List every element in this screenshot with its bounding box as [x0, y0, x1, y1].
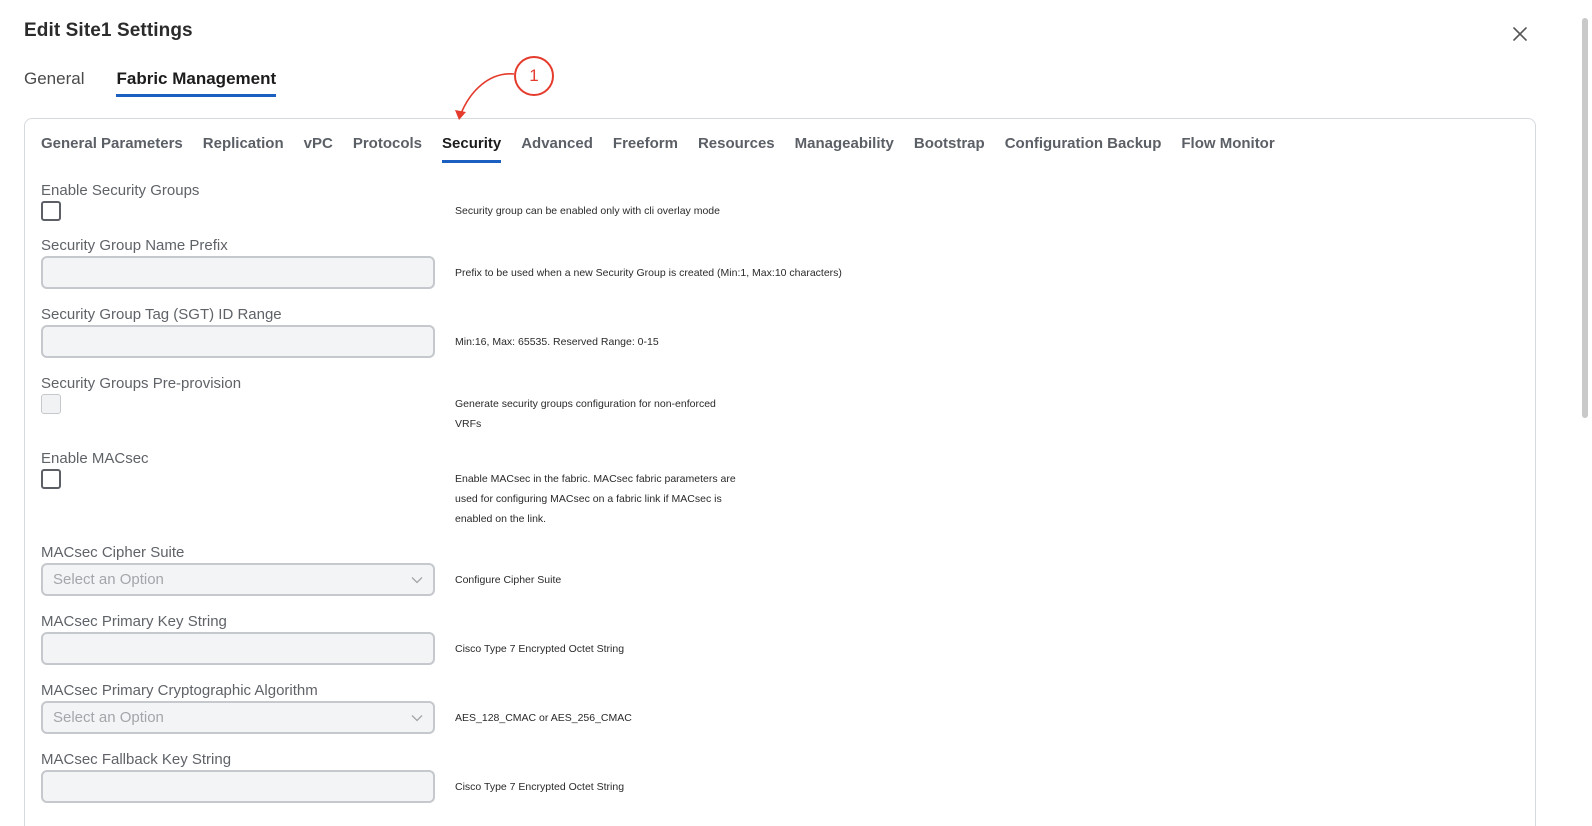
enable-macsec-label: Enable MACsec	[41, 450, 149, 467]
tab-replication[interactable]: Replication	[203, 135, 284, 160]
sg-name-prefix-help: Prefix to be used when a new Security Gr…	[455, 267, 842, 279]
macsec-primary-key-help: Cisco Type 7 Encrypted Octet String	[455, 643, 625, 655]
sub-tab-bar: General Parameters Replication vPC Proto…	[41, 135, 1295, 163]
settings-card: General Parameters Replication vPC Proto…	[24, 118, 1536, 826]
sg-preprovision-checkbox[interactable]	[41, 394, 61, 414]
tab-protocols[interactable]: Protocols	[353, 135, 422, 160]
chevron-down-icon	[411, 576, 423, 583]
sg-preprovision-help-line1: Generate security groups configuration f…	[455, 398, 716, 410]
sg-name-prefix-label: Security Group Name Prefix	[41, 237, 228, 254]
tab-vpc[interactable]: vPC	[304, 135, 333, 160]
annotation-callout: 1	[514, 56, 554, 96]
sgt-id-range-help: Min:16, Max: 65535. Reserved Range: 0-15	[455, 336, 659, 348]
macsec-primary-algo-select[interactable]: Select an Option	[41, 701, 435, 734]
enable-macsec-help: Enable MACsec in the fabric. MACsec fabr…	[455, 469, 736, 529]
dialog-title: Edit Site1 Settings	[24, 20, 193, 41]
sg-preprovision-help: Generate security groups configuration f…	[455, 394, 716, 434]
tab-fabric-management[interactable]: Fabric Management	[116, 66, 276, 97]
enable-security-groups-label: Enable Security Groups	[41, 182, 200, 199]
macsec-fallback-key-label: MACsec Fallback Key String	[41, 751, 232, 768]
tab-general[interactable]: General	[24, 66, 84, 95]
sgt-id-range-label: Security Group Tag (SGT) ID Range	[41, 306, 282, 323]
tab-configuration-backup[interactable]: Configuration Backup	[1005, 135, 1162, 160]
tab-security[interactable]: Security	[442, 135, 502, 163]
enable-macsec-help-line2: used for configuring MACsec on a fabric …	[455, 493, 722, 505]
tab-manageability[interactable]: Manageability	[795, 135, 894, 160]
tab-general-parameters[interactable]: General Parameters	[41, 135, 183, 160]
enable-macsec-help-line1: Enable MACsec in the fabric. MACsec fabr…	[455, 473, 736, 485]
top-tab-bar: General Fabric Management	[24, 66, 308, 97]
macsec-primary-algo-placeholder: Select an Option	[53, 709, 164, 726]
sg-name-prefix-input[interactable]	[41, 256, 435, 289]
tab-bootstrap[interactable]: Bootstrap	[914, 135, 985, 160]
close-button[interactable]	[1508, 22, 1532, 46]
enable-security-groups-checkbox[interactable]	[41, 201, 61, 221]
macsec-cipher-suite-help: Configure Cipher Suite	[455, 574, 562, 586]
sg-preprovision-help-line2: VRFs	[455, 418, 482, 430]
annotation-number: 1	[529, 66, 539, 85]
macsec-cipher-suite-select[interactable]: Select an Option	[41, 563, 435, 596]
macsec-cipher-suite-label: MACsec Cipher Suite	[41, 544, 185, 561]
macsec-primary-algo-help: AES_128_CMAC or AES_256_CMAC	[455, 712, 632, 724]
macsec-fallback-key-help: Cisco Type 7 Encrypted Octet String	[455, 781, 625, 793]
tab-advanced[interactable]: Advanced	[521, 135, 593, 160]
tab-freeform[interactable]: Freeform	[613, 135, 678, 160]
tab-flow-monitor[interactable]: Flow Monitor	[1181, 135, 1274, 160]
close-icon	[1513, 27, 1527, 41]
macsec-primary-key-input[interactable]	[41, 632, 435, 665]
macsec-fallback-key-input[interactable]	[41, 770, 435, 803]
enable-macsec-help-line3: enabled on the link.	[455, 513, 547, 525]
macsec-primary-key-label: MACsec Primary Key String	[41, 613, 227, 630]
sg-preprovision-label: Security Groups Pre-provision	[41, 375, 242, 392]
tab-resources[interactable]: Resources	[698, 135, 775, 160]
enable-security-groups-help: Security group can be enabled only with …	[455, 205, 720, 217]
edit-settings-dialog: Edit Site1 Settings General Fabric Manag…	[0, 0, 1592, 826]
enable-macsec-checkbox[interactable]	[41, 469, 61, 489]
annotation-arrow	[455, 73, 515, 120]
macsec-cipher-suite-placeholder: Select an Option	[53, 571, 164, 588]
macsec-primary-algo-label: MACsec Primary Cryptographic Algorithm	[41, 682, 318, 699]
sgt-id-range-input[interactable]	[41, 325, 435, 358]
vertical-scrollbar[interactable]	[1582, 18, 1588, 418]
chevron-down-icon	[411, 714, 423, 721]
